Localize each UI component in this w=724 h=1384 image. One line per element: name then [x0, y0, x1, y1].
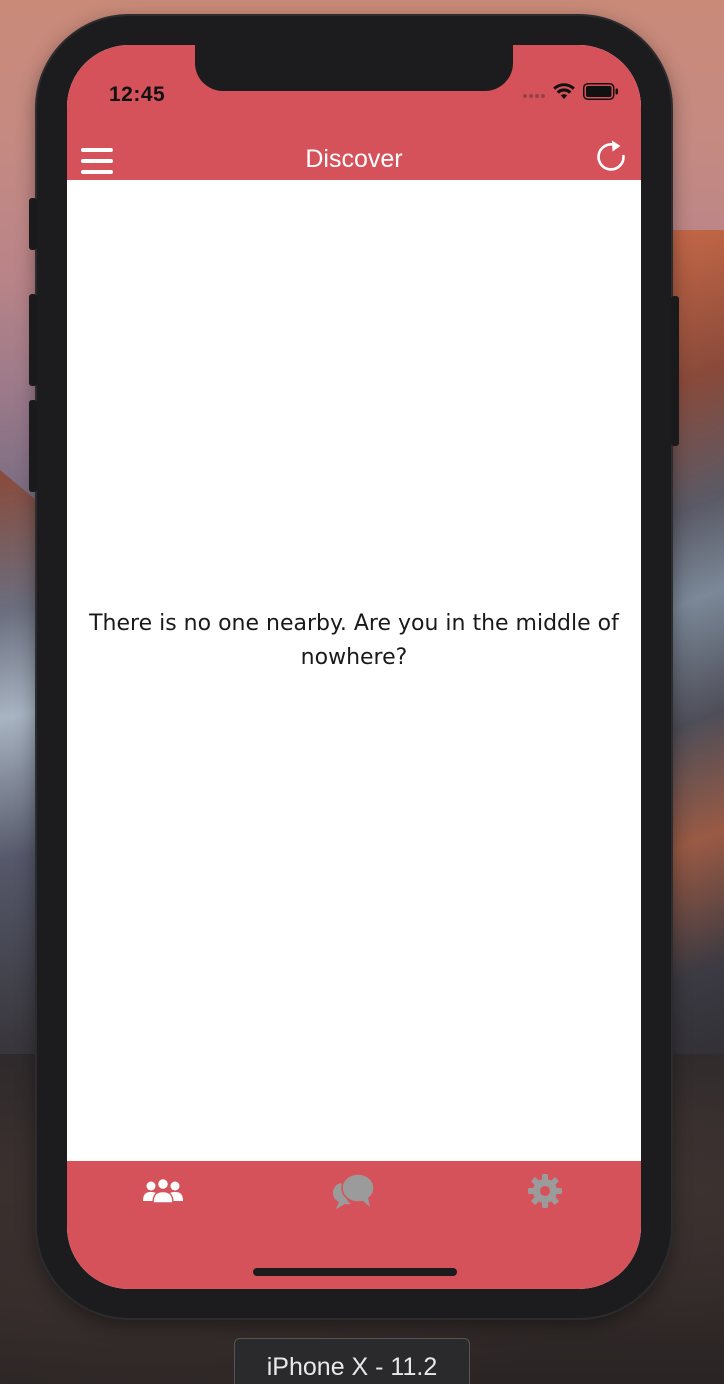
simulator-device-label: iPhone X - 11.2: [234, 1338, 470, 1384]
signal-dots-icon: [523, 93, 545, 98]
page-title: Discover: [305, 145, 403, 173]
nav-header: 12:45 Discover: [67, 45, 641, 180]
empty-state-message: There is no one nearby. Are you in the m…: [89, 611, 619, 670]
desktop-wallpaper: 12:45 Discover There is no one nearby. A…: [0, 0, 724, 1384]
tab-people[interactable]: [133, 1171, 193, 1211]
chat-bubbles-icon: [333, 1173, 375, 1209]
refresh-button[interactable]: [593, 138, 629, 174]
notch: [195, 45, 513, 91]
status-indicators: [523, 83, 619, 100]
tab-chat[interactable]: [324, 1171, 384, 1211]
volume-down-button[interactable]: [29, 400, 37, 492]
phone-screen: 12:45 Discover There is no one nearby. A…: [67, 45, 641, 1289]
people-icon: [143, 1177, 183, 1204]
battery-icon: [583, 83, 618, 100]
power-button[interactable]: [671, 296, 679, 446]
home-indicator[interactable]: [253, 1268, 457, 1276]
volume-up-button[interactable]: [29, 294, 37, 386]
status-time: 12:45: [109, 83, 166, 106]
wifi-icon: [553, 83, 575, 99]
refresh-icon: [597, 140, 625, 171]
gear-icon: [528, 1174, 562, 1208]
tab-settings[interactable]: [515, 1171, 575, 1211]
mute-switch: [29, 198, 37, 250]
iphone-frame: 12:45 Discover There is no one nearby. A…: [29, 16, 679, 1318]
